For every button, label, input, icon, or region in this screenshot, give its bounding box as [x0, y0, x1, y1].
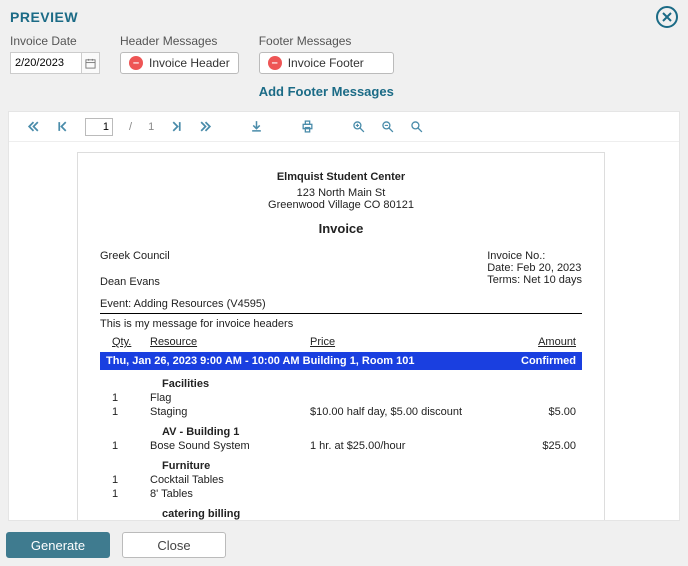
calendar-icon[interactable]: [81, 53, 99, 73]
invoice-terms-line: Terms: Net 10 days: [487, 274, 582, 286]
line-amount: $5.00: [500, 406, 582, 418]
line-qty: 1: [100, 474, 150, 486]
viewer-toolbar: / 1: [9, 112, 679, 142]
last-page-button[interactable]: [199, 120, 212, 133]
category-heading: Furniture: [162, 460, 582, 472]
generate-button[interactable]: Generate: [6, 532, 110, 558]
prev-page-button[interactable]: [56, 120, 69, 133]
close-button[interactable]: [656, 6, 678, 28]
print-button[interactable]: [301, 120, 314, 133]
table-header-row: Qty. Resource Price Amount: [100, 336, 582, 348]
report-viewer: / 1 Elmquist Student Center 123 North Ma…: [8, 111, 680, 521]
invoice-header-pill[interactable]: – Invoice Header: [120, 52, 239, 74]
line-resource: Bose Sound System: [150, 440, 310, 452]
close-icon: [662, 12, 672, 22]
group-name: Greek Council: [100, 250, 170, 262]
invoice-footer-pill[interactable]: – Invoice Footer: [259, 52, 394, 74]
page-total: 1: [148, 121, 154, 133]
line-amount: [500, 474, 582, 486]
invoice-document: Elmquist Student Center 123 North Main S…: [77, 152, 605, 520]
person-name: Dean Evans: [100, 276, 170, 288]
line-qty: 1: [100, 406, 150, 418]
add-footer-messages-link[interactable]: Add Footer Messages: [259, 84, 394, 99]
category-heading: Facilities: [162, 378, 582, 390]
line-resource: Staging: [150, 406, 310, 418]
search-button[interactable]: [410, 120, 423, 133]
page-separator: /: [129, 121, 132, 133]
booking-bar: Thu, Jan 26, 2023 9:00 AM - 10:00 AM Bui…: [100, 352, 582, 370]
col-qty: Qty.: [100, 336, 150, 348]
line-item: 1Bose Sound System1 hr. at $25.00/hour$2…: [100, 440, 582, 452]
line-item: 1Flag: [100, 392, 582, 404]
category-heading: catering billing: [162, 508, 582, 520]
col-resource: Resource: [150, 336, 310, 348]
invoice-date-line: Date: Feb 20, 2023: [487, 262, 582, 274]
invoice-no-label: Invoice No.:: [487, 250, 582, 262]
line-amount: [500, 392, 582, 404]
line-amount: [500, 488, 582, 500]
line-resource: 8' Tables: [150, 488, 310, 500]
close-footer-button[interactable]: Close: [122, 532, 226, 558]
next-page-button[interactable]: [170, 120, 183, 133]
invoice-header-pill-label: Invoice Header: [149, 56, 230, 70]
line-item: 1Staging$10.00 half day, $5.00 discount$…: [100, 406, 582, 418]
line-price: 1 hr. at $25.00/hour: [310, 440, 500, 452]
col-amount: Amount: [500, 336, 582, 348]
line-price: [310, 474, 500, 486]
line-price: [310, 488, 500, 500]
header-message: This is my message for invoice headers: [100, 313, 582, 330]
line-qty: 1: [100, 392, 150, 404]
doc-title: Invoice: [100, 221, 582, 236]
event-line: Event: Adding Resources (V4595): [100, 298, 582, 310]
org-addr1: 123 North Main St: [100, 187, 582, 199]
invoice-date-field[interactable]: [10, 52, 100, 74]
line-amount: $25.00: [500, 440, 582, 452]
document-scroll[interactable]: Elmquist Student Center 123 North Main S…: [9, 142, 679, 520]
booking-status: Confirmed: [521, 355, 576, 367]
first-page-button[interactable]: [27, 120, 40, 133]
invoice-date-label: Invoice Date: [10, 34, 100, 48]
header-messages-label: Header Messages: [120, 34, 239, 48]
category-heading: AV - Building 1: [162, 426, 582, 438]
remove-icon: –: [129, 56, 143, 70]
line-qty: 1: [100, 440, 150, 452]
line-item: 1Cocktail Tables: [100, 474, 582, 486]
footer-messages-label: Footer Messages: [259, 34, 394, 48]
invoice-footer-pill-label: Invoice Footer: [288, 56, 364, 70]
line-item: 18' Tables: [100, 488, 582, 500]
remove-icon: –: [268, 56, 282, 70]
page-number-input[interactable]: [85, 118, 113, 136]
invoice-date-input[interactable]: [11, 53, 81, 73]
line-resource: Flag: [150, 392, 310, 404]
booking-when: Thu, Jan 26, 2023 9:00 AM - 10:00 AM Bui…: [106, 355, 415, 367]
download-button[interactable]: [250, 120, 263, 133]
line-qty: 1: [100, 488, 150, 500]
zoom-in-button[interactable]: [352, 120, 365, 133]
zoom-out-button[interactable]: [381, 120, 394, 133]
line-price: [310, 392, 500, 404]
org-addr2: Greenwood Village CO 80121: [100, 199, 582, 211]
org-name: Elmquist Student Center: [100, 171, 582, 183]
line-resource: Cocktail Tables: [150, 474, 310, 486]
col-price: Price: [310, 336, 500, 348]
preview-title: PREVIEW: [10, 9, 656, 25]
line-price: $10.00 half day, $5.00 discount: [310, 406, 500, 418]
